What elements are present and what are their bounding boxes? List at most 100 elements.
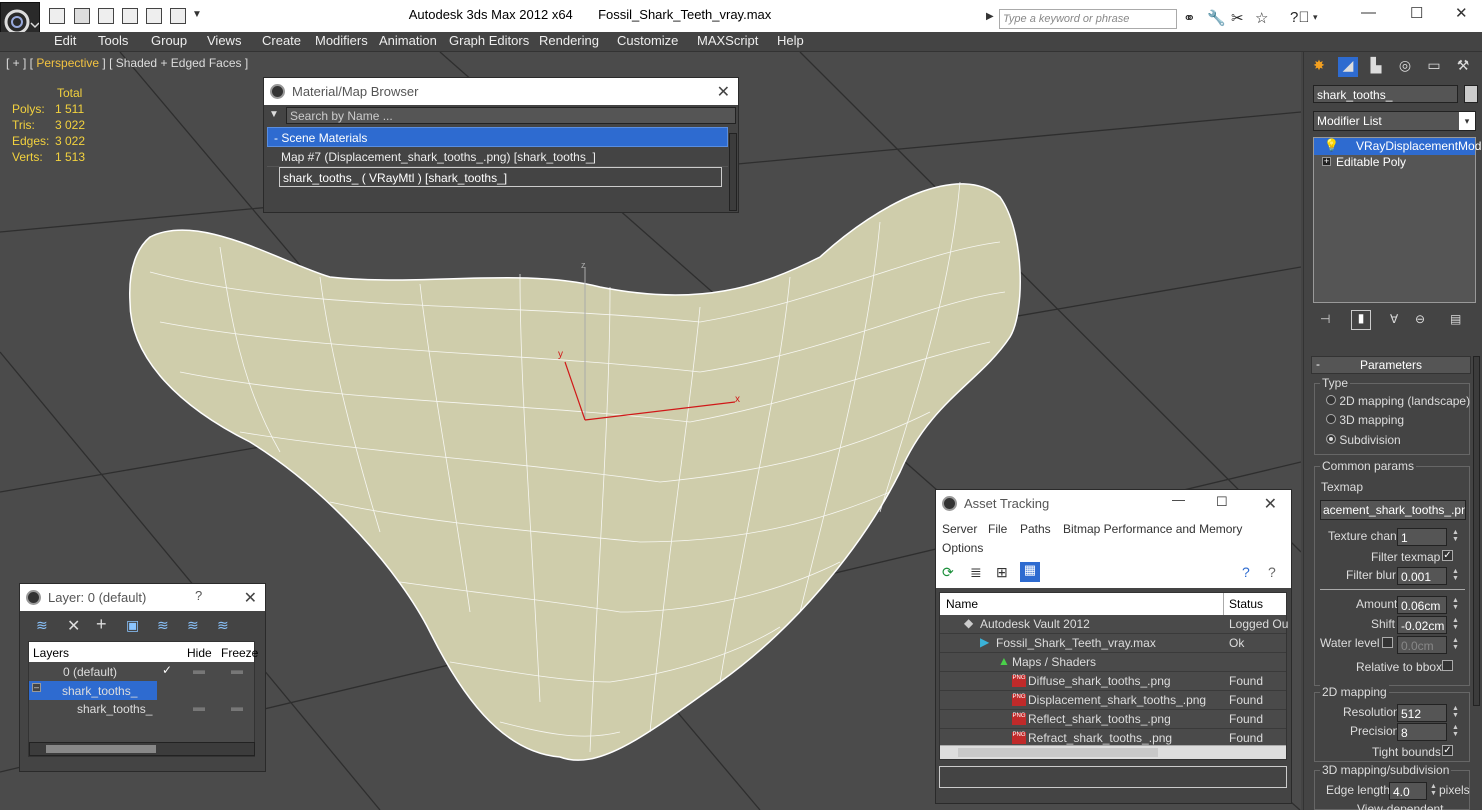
menu-maxscript[interactable]: MAXScript bbox=[697, 33, 758, 48]
collapse-icon[interactable]: – bbox=[32, 683, 41, 692]
asset-tracking-titlebar[interactable]: Asset Tracking — ☐ ✕ bbox=[936, 490, 1291, 518]
viewport-label[interactable]: [ + ] [ Perspective ] [ Shaded + Edged F… bbox=[6, 56, 248, 70]
menu-tools[interactable]: Tools bbox=[98, 33, 128, 48]
menu-modifiers[interactable]: Modifiers bbox=[315, 33, 368, 48]
spinner-arrows-icon[interactable]: ▲ ▼ bbox=[1452, 529, 1459, 543]
column-name[interactable]: Name bbox=[946, 597, 978, 611]
modifier-name[interactable]: VRayDisplacementMod bbox=[1356, 139, 1481, 153]
maximize-icon[interactable]: ☐ bbox=[1410, 4, 1423, 22]
active-layer-check-icon[interactable]: ✓ bbox=[162, 663, 172, 677]
relative-to-bbox-checkbox[interactable] bbox=[1442, 660, 1453, 671]
layer-horizontal-scrollbar[interactable] bbox=[29, 742, 255, 756]
column-freeze[interactable]: Freeze bbox=[221, 646, 258, 660]
asset-row[interactable]: PNG Diffuse_shark_tooths_.png Found bbox=[940, 672, 1286, 691]
modify-tab-icon[interactable]: ◢ bbox=[1338, 57, 1358, 77]
menu-create[interactable]: Create bbox=[262, 33, 301, 48]
configure-sets-icon[interactable]: ▤ bbox=[1450, 312, 1461, 326]
radio-2d-mapping[interactable]: 2D mapping (landscape) bbox=[1326, 394, 1470, 408]
column-hide[interactable]: Hide bbox=[187, 646, 212, 660]
close-icon[interactable]: ✕ bbox=[1455, 4, 1468, 22]
refresh-icon[interactable]: ⟳ bbox=[942, 564, 954, 581]
hide-all-icon[interactable]: ≋ bbox=[187, 617, 199, 634]
show-end-result-icon[interactable]: ▮ bbox=[1351, 310, 1371, 330]
help-dropdown-icon[interactable]: ▾ bbox=[1313, 12, 1318, 23]
menu-customize[interactable]: Customize bbox=[617, 33, 678, 48]
radio-subdivision[interactable]: Subdivision bbox=[1326, 433, 1401, 447]
spinner-arrows-icon[interactable]: ▲ ▼ bbox=[1452, 597, 1459, 611]
menu-animation[interactable]: Animation bbox=[379, 33, 437, 48]
chevron-down-icon[interactable]: ▾ bbox=[1459, 112, 1475, 130]
asset-row[interactable]: ◆ Autodesk Vault 2012 Logged Ou bbox=[940, 615, 1288, 634]
create-tab-icon[interactable]: ✸ bbox=[1309, 57, 1329, 77]
material-browser-titlebar[interactable]: Material/Map Browser ✕ bbox=[264, 78, 738, 105]
spinner-arrows-icon[interactable]: ▲ ▼ bbox=[1452, 568, 1459, 582]
modifier-name[interactable]: Editable Poly bbox=[1336, 155, 1406, 169]
favorites-star-icon[interactable]: ☆ bbox=[1255, 9, 1268, 27]
subscription-icon[interactable]: ✂ bbox=[1231, 9, 1244, 27]
hierarchy-tab-icon[interactable]: ▙ bbox=[1366, 57, 1386, 77]
close-icon[interactable]: ✕ bbox=[717, 82, 730, 102]
menu-edit[interactable]: Edit bbox=[54, 33, 76, 48]
tree-view-icon[interactable]: ⊞ bbox=[996, 564, 1008, 581]
resolution-spinner[interactable]: 512 bbox=[1397, 704, 1447, 722]
shift-spinner[interactable]: -0.02cm bbox=[1397, 616, 1447, 634]
table-view-icon[interactable]: ▦ bbox=[1020, 562, 1040, 582]
remove-modifier-icon[interactable]: ⊖ bbox=[1415, 312, 1425, 326]
asset-row[interactable]: PNG Displacement_shark_tooths_.png Found bbox=[940, 691, 1286, 710]
material-list-item[interactable]: shark_tooths_ ( VRayMtl ) [shark_tooths_… bbox=[279, 167, 722, 187]
spinner-arrows-icon[interactable]: ▲ ▼ bbox=[1452, 705, 1459, 719]
spinner-arrows-icon[interactable]: ▲ ▼ bbox=[1452, 617, 1459, 631]
scrollbar-thumb[interactable] bbox=[46, 745, 156, 753]
modifier-stack-item[interactable]: 💡 VRayDisplacementMod bbox=[1314, 138, 1481, 155]
pin-stack-icon[interactable]: ⊣ bbox=[1320, 312, 1330, 326]
asset-horizontal-scrollbar[interactable] bbox=[940, 745, 1286, 759]
viewport-view-name[interactable]: Perspective bbox=[36, 56, 99, 70]
help-search-input[interactable]: Type a keyword or phrase bbox=[999, 9, 1177, 29]
menu-graph-editors[interactable]: Graph Editors bbox=[449, 33, 529, 48]
options-menu-icon[interactable]: ▼ bbox=[269, 109, 279, 120]
list-view-icon[interactable]: ≣ bbox=[970, 564, 982, 581]
settings-help-icon[interactable]: ? bbox=[1268, 564, 1276, 580]
object-name[interactable]: shark_tooths_ bbox=[77, 702, 152, 716]
menu-bitmap-performance[interactable]: Bitmap Performance and Memory bbox=[1063, 522, 1242, 536]
menu-server[interactable]: Server bbox=[942, 522, 977, 536]
viewport-shading-mode[interactable]: ] [ Shaded + Edged Faces ] bbox=[99, 56, 248, 70]
menu-views[interactable]: Views bbox=[207, 33, 241, 48]
communication-center-icon[interactable]: 🔧 bbox=[1207, 9, 1226, 27]
object-color-swatch[interactable] bbox=[1464, 85, 1478, 103]
water-level-spinner[interactable]: 0.0cm bbox=[1397, 636, 1447, 654]
spinner-arrows-icon[interactable]: ▲ ▼ bbox=[1452, 637, 1459, 651]
asset-path-field[interactable] bbox=[939, 766, 1287, 788]
make-unique-icon[interactable]: ∀ bbox=[1390, 312, 1398, 326]
menu-group[interactable]: Group bbox=[151, 33, 187, 48]
asset-row[interactable]: ▲ Maps / Shaders bbox=[940, 653, 1286, 672]
spinner-arrows-icon[interactable]: ▲ ▼ bbox=[1452, 724, 1459, 738]
menu-rendering[interactable]: Rendering bbox=[539, 33, 599, 48]
freeze-toggle[interactable]: ▬ bbox=[231, 663, 243, 677]
object-name-field[interactable]: shark_tooths_ bbox=[1313, 85, 1458, 103]
scene-materials-group[interactable]: - Scene Materials bbox=[267, 127, 728, 147]
layer-name[interactable]: 0 (default) bbox=[63, 665, 117, 679]
filter-texmap-checkbox[interactable]: ✓ bbox=[1442, 550, 1453, 561]
scrollbar-thumb[interactable] bbox=[958, 748, 1158, 757]
precision-spinner[interactable]: 8 bbox=[1397, 723, 1447, 741]
parameters-rollout-header[interactable]: - Parameters bbox=[1311, 356, 1471, 374]
rollout-collapse-icon[interactable]: - bbox=[1316, 357, 1320, 371]
display-tab-icon[interactable]: ▭ bbox=[1424, 57, 1444, 77]
modifier-list-dropdown[interactable]: Modifier List ▾ bbox=[1313, 111, 1476, 131]
asset-row[interactable]: ▶ Fossil_Shark_Teeth_vray.max Ok bbox=[940, 634, 1286, 653]
hide-toggle[interactable]: ▬ bbox=[193, 663, 205, 677]
column-status[interactable]: Status bbox=[1229, 597, 1263, 611]
utilities-tab-icon[interactable]: ⚒ bbox=[1453, 57, 1473, 77]
close-icon[interactable]: ✕ bbox=[244, 588, 257, 608]
amount-spinner[interactable]: 0.06cm bbox=[1397, 596, 1447, 614]
texture-chan-spinner[interactable]: 1 bbox=[1397, 528, 1447, 546]
add-to-layer-icon[interactable]: + bbox=[96, 614, 107, 635]
minimize-icon[interactable]: — bbox=[1172, 492, 1185, 507]
object-row[interactable]: shark_tooths_ ▬ ▬ bbox=[29, 700, 254, 719]
help-icon[interactable]: ? bbox=[1242, 564, 1250, 580]
search-expand-icon[interactable]: ▶ bbox=[986, 11, 994, 22]
asset-row[interactable]: PNG Reflect_shark_tooths_.png Found bbox=[940, 710, 1286, 729]
close-icon[interactable]: ✕ bbox=[1264, 494, 1277, 514]
filter-blur-spinner[interactable]: 0.001 bbox=[1397, 567, 1447, 585]
